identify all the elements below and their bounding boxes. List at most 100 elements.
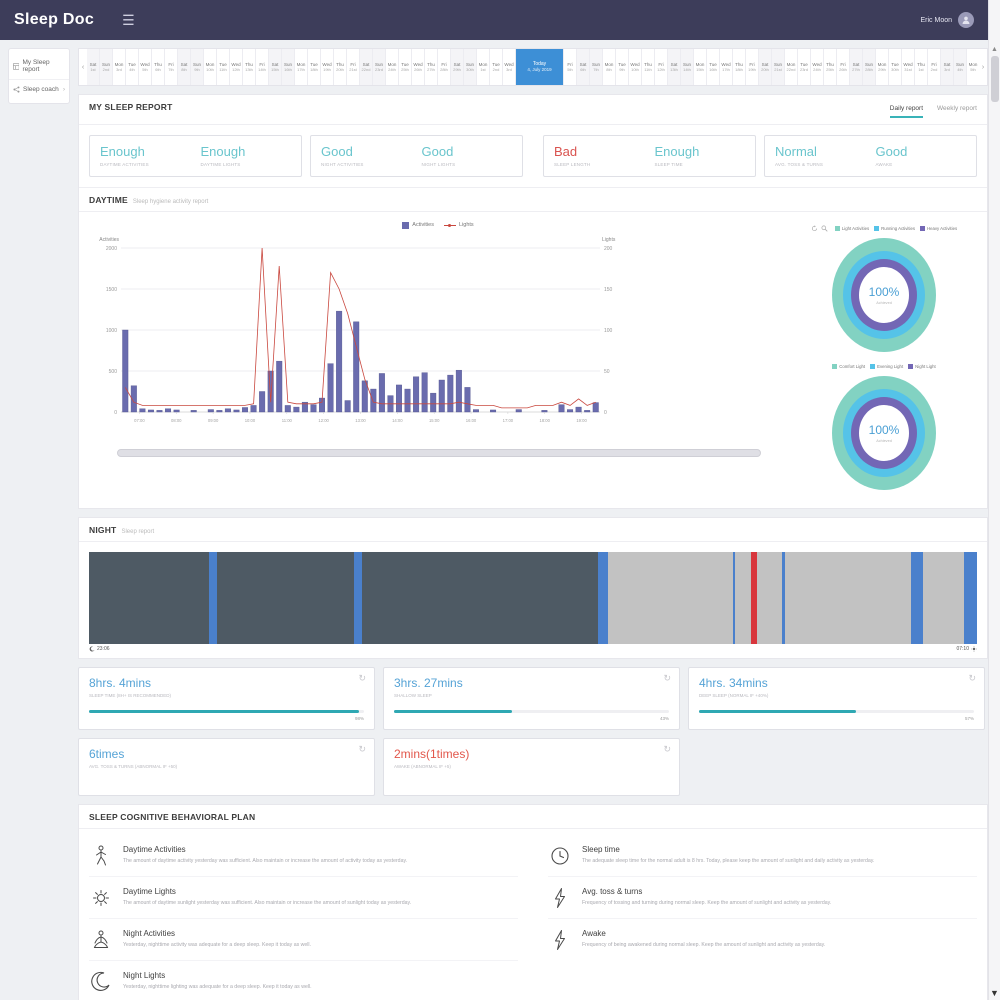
date-cell[interactable]: Fri7th [165,49,178,85]
date-cell[interactable]: Fri2nd [928,49,941,85]
date-cell[interactable]: Sat1st [87,49,100,85]
date-cell[interactable]: Wed5th [139,49,152,85]
date-cell[interactable]: Sun16th [282,49,295,85]
refresh-icon[interactable]: ↻ [968,674,976,683]
date-cell[interactable]: Tue4th [126,49,139,85]
hamburger-menu-icon[interactable]: ☰ [122,12,135,29]
date-cell[interactable]: Wed12th [230,49,243,85]
date-cell[interactable]: Wed17th [720,49,733,85]
date-cell[interactable]: Tue2nd [490,49,503,85]
date-cell[interactable]: Mon5th [967,49,979,85]
chart-scrollbar[interactable] [117,449,761,457]
summary-label: SLEEP LENGTH [554,162,645,167]
donut-sublabel: Achieved [876,301,892,305]
timeline-segment-toss [354,552,362,644]
date-cell[interactable]: Wed19th [321,49,334,85]
date-cell-date: 25th [826,67,834,72]
date-carousel: ‹ Sat1stSun2ndMon3rdTue4thWed5thThu6thFr… [78,48,988,86]
date-cell[interactable]: Fri21st [347,49,360,85]
night-panel: NIGHT Sleep report 23:06 07:10 [78,517,988,659]
date-cell[interactable]: Sat6th [577,49,590,85]
date-cell[interactable]: Mon10th [204,49,217,85]
date-cell[interactable]: Tue25th [399,49,412,85]
date-cell[interactable]: Mon1st [477,49,490,85]
date-cell[interactable]: Tue30th [889,49,902,85]
date-cell[interactable]: Fri19th [746,49,759,85]
date-cell[interactable]: Sun4th [954,49,967,85]
date-cell[interactable]: Sat8th [178,49,191,85]
avatar[interactable] [958,12,974,28]
donut-legend-item: Light Activities [835,226,869,231]
date-cells: Sat1stSun2ndMon3rdTue4thWed5thThu6thFri7… [87,49,979,85]
date-cell[interactable]: Thu6th [152,49,165,85]
refresh-icon[interactable]: ↻ [358,674,366,683]
date-cell[interactable]: Sat27th [850,49,863,85]
date-cell[interactable]: Fri14th [256,49,269,85]
date-cell[interactable]: Sun30th [464,49,477,85]
chevron-right-icon[interactable]: › [979,49,987,85]
date-cell[interactable]: Tue11th [217,49,230,85]
plan-item-title: Awake [582,929,825,938]
date-cell[interactable]: Sat22nd [360,49,373,85]
date-cell[interactable]: Sat3rd [941,49,954,85]
date-cell[interactable]: Wed3rd [503,49,516,85]
date-cell[interactable]: Wed24th [811,49,824,85]
date-cell[interactable]: Sun9th [191,49,204,85]
scroll-down-icon[interactable]: ▼ [990,988,999,998]
refresh-icon[interactable]: ↻ [663,674,671,683]
date-cell[interactable]: Mon29th [876,49,889,85]
date-cell[interactable]: Sun28th [863,49,876,85]
date-cell[interactable]: Thu13th [243,49,256,85]
date-cell[interactable]: Mon17th [295,49,308,85]
date-cell[interactable]: Thu27th [425,49,438,85]
refresh-icon[interactable]: ↻ [663,745,671,754]
date-cell[interactable]: Wed26th [412,49,425,85]
date-cell[interactable]: Tue23rd [798,49,811,85]
date-cell[interactable]: Thu18th [733,49,746,85]
user-name[interactable]: Eric Moon [920,17,952,24]
date-cell[interactable]: Mon8th [603,49,616,85]
date-cell[interactable]: Tue16th [707,49,720,85]
date-cell[interactable]: Sat15th [269,49,282,85]
svg-text:2000: 2000 [106,246,117,252]
tab-daily-report[interactable]: Daily report [890,105,923,118]
page-scrollbar[interactable]: ▲ ▼ [988,0,1000,1000]
date-cell[interactable]: Tue9th [616,49,629,85]
chevron-left-icon[interactable]: ‹ [79,49,87,85]
plan-item-title: Daytime Activities [123,845,407,854]
date-cell[interactable]: Sun23rd [373,49,386,85]
date-cell[interactable]: Sun7th [590,49,603,85]
date-cell[interactable]: Mon22nd [785,49,798,85]
timeline-segment-shallow [735,552,751,644]
date-cell[interactable]: Tue18th [308,49,321,85]
date-cell-today[interactable]: Today4, July 2019 [516,49,564,85]
sidebar-item-my-sleep-report[interactable]: My Sleep report [9,53,69,80]
date-cell[interactable]: Sun21st [772,49,785,85]
date-cell[interactable]: Thu25th [824,49,837,85]
date-cell[interactable]: Sun14th [681,49,694,85]
scrollbar-thumb[interactable] [991,56,999,102]
date-cell[interactable]: Thu1st [915,49,928,85]
refresh-icon[interactable] [811,225,818,232]
refresh-icon[interactable]: ↻ [358,745,366,754]
sidebar-item-label: My Sleep report [22,59,65,73]
sidebar-item-sleep-coach[interactable]: Sleep coach › [9,80,69,99]
date-cell[interactable]: Fri26th [837,49,850,85]
date-cell[interactable]: Sat13th [668,49,681,85]
date-cell[interactable]: Sat20th [759,49,772,85]
date-cell[interactable]: Wed31st [902,49,915,85]
date-cell[interactable]: Mon3rd [113,49,126,85]
magnifier-icon[interactable] [821,225,828,232]
date-cell[interactable]: Fri5th [564,49,577,85]
date-cell[interactable]: Thu20th [334,49,347,85]
date-cell[interactable]: Sun2nd [100,49,113,85]
date-cell[interactable]: Fri28th [438,49,451,85]
date-cell[interactable]: Mon24th [386,49,399,85]
date-cell[interactable]: Sat29th [451,49,464,85]
scroll-up-icon[interactable]: ▲ [991,46,998,53]
date-cell[interactable]: Wed10th [629,49,642,85]
date-cell[interactable]: Fri12th [655,49,668,85]
date-cell[interactable]: Mon15th [694,49,707,85]
date-cell[interactable]: Thu11th [642,49,655,85]
tab-weekly-report[interactable]: Weekly report [937,105,977,118]
